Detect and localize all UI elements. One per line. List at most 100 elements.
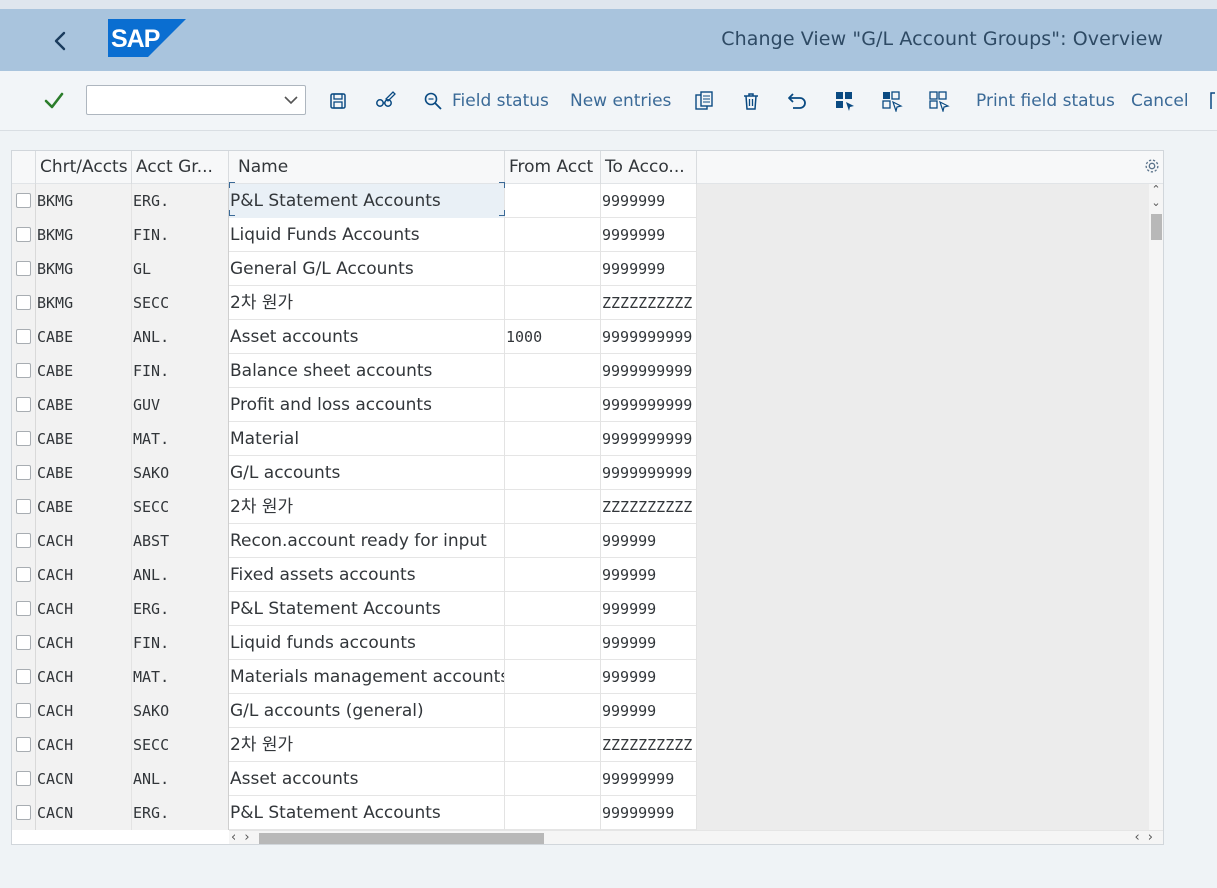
save-button[interactable] — [326, 71, 350, 131]
row-checkbox[interactable] — [16, 635, 31, 650]
row-selector[interactable] — [12, 320, 36, 354]
cell-from-account[interactable]: 1000 — [505, 320, 601, 354]
cell-chart-of-accounts[interactable]: CABE — [36, 422, 132, 456]
row-checkbox[interactable] — [16, 465, 31, 480]
cell-from-account[interactable] — [505, 728, 601, 762]
row-checkbox[interactable] — [16, 499, 31, 514]
cell-chart-of-accounts[interactable]: BKMG — [36, 218, 132, 252]
cell-account-group[interactable]: FIN. — [132, 218, 229, 252]
cell-from-account[interactable] — [505, 524, 601, 558]
cell-from-account[interactable] — [505, 184, 601, 218]
row-selector[interactable] — [12, 558, 36, 592]
row-selector[interactable] — [12, 184, 36, 218]
row-checkbox[interactable] — [16, 805, 31, 820]
column-header-from[interactable]: From Acct — [505, 151, 601, 184]
gear-icon[interactable] — [1143, 157, 1161, 175]
deselect-all-button[interactable] — [927, 71, 951, 131]
cell-name[interactable]: Materials management accounts — [229, 660, 505, 694]
cell-to-account[interactable]: 999999 — [601, 592, 697, 626]
row-selector[interactable] — [12, 422, 36, 456]
table-row[interactable]: CABE ANL. Asset accounts 1000 9999999999 — [12, 320, 1149, 354]
cell-name[interactable]: Fixed assets accounts — [229, 558, 505, 592]
row-selector[interactable] — [12, 354, 36, 388]
cell-from-account[interactable] — [505, 660, 601, 694]
cell-to-account[interactable]: 9999999999 — [601, 422, 697, 456]
table-row[interactable]: BKMG ERG. P&L Statement Accounts 9999999 — [12, 184, 1149, 218]
chevron-down-icon[interactable] — [283, 92, 299, 108]
display-change-button[interactable] — [373, 71, 397, 131]
table-row[interactable]: CACH ANL. Fixed assets accounts 999999 — [12, 558, 1149, 592]
cell-chart-of-accounts[interactable]: CACH — [36, 524, 132, 558]
cell-to-account[interactable]: 9999999 — [601, 252, 697, 286]
cell-from-account[interactable] — [505, 796, 601, 830]
cell-from-account[interactable] — [505, 252, 601, 286]
cell-name[interactable]: General G/L Accounts — [229, 252, 505, 286]
cell-chart-of-accounts[interactable]: CACH — [36, 694, 132, 728]
row-selector[interactable] — [12, 218, 36, 252]
cell-from-account[interactable] — [505, 490, 601, 524]
cell-to-account[interactable]: 9999999999 — [601, 320, 697, 354]
cell-account-group[interactable]: ERG. — [132, 592, 229, 626]
cell-account-group[interactable]: ERG. — [132, 796, 229, 830]
row-selector[interactable] — [12, 592, 36, 626]
cell-chart-of-accounts[interactable]: CABE — [36, 354, 132, 388]
undo-button[interactable] — [786, 71, 810, 131]
cell-chart-of-accounts[interactable]: CABE — [36, 490, 132, 524]
cell-account-group[interactable]: SECC — [132, 490, 229, 524]
row-selector[interactable] — [12, 524, 36, 558]
overflow-button[interactable] — [1209, 71, 1217, 131]
cell-account-group[interactable]: SECC — [132, 728, 229, 762]
cell-name[interactable]: P&L Statement Accounts — [229, 796, 505, 830]
cell-to-account[interactable]: 9999999999 — [601, 388, 697, 422]
cell-from-account[interactable] — [505, 388, 601, 422]
cell-account-group[interactable]: ABST — [132, 524, 229, 558]
cell-to-account[interactable]: 99999999 — [601, 796, 697, 830]
cell-name[interactable]: Profit and loss accounts — [229, 388, 505, 422]
cell-from-account[interactable] — [505, 286, 601, 320]
cell-account-group[interactable]: MAT. — [132, 422, 229, 456]
cell-account-group[interactable]: ANL. — [132, 320, 229, 354]
horizontal-scrollbar[interactable]: ‹ › ‹ › — [229, 830, 1163, 845]
scroll-left-right-icon[interactable]: ‹ › — [231, 830, 252, 845]
cell-to-account[interactable]: 9999999999 — [601, 354, 697, 388]
cell-chart-of-accounts[interactable]: BKMG — [36, 286, 132, 320]
cell-name[interactable]: G/L accounts — [229, 456, 505, 490]
cell-chart-of-accounts[interactable]: BKMG — [36, 184, 132, 218]
cell-from-account[interactable] — [505, 626, 601, 660]
cell-to-account[interactable]: 9999999999 — [601, 456, 697, 490]
table-row[interactable]: CABE SECC 2차 원가 ZZZZZZZZZZ — [12, 490, 1149, 524]
cell-name[interactable]: Balance sheet accounts — [229, 354, 505, 388]
delete-button[interactable] — [739, 71, 763, 131]
cell-to-account[interactable]: ZZZZZZZZZZ — [601, 490, 697, 524]
row-checkbox[interactable] — [16, 193, 31, 208]
cell-chart-of-accounts[interactable]: CACH — [36, 626, 132, 660]
cell-to-account[interactable]: 999999 — [601, 660, 697, 694]
cell-account-group[interactable]: SAKO — [132, 456, 229, 490]
cell-account-group[interactable]: FIN. — [132, 626, 229, 660]
row-checkbox[interactable] — [16, 669, 31, 684]
cell-to-account[interactable]: 99999999 — [601, 762, 697, 796]
cell-from-account[interactable] — [505, 558, 601, 592]
row-selector[interactable] — [12, 762, 36, 796]
cell-from-account[interactable] — [505, 456, 601, 490]
field-status-button[interactable]: Field status — [421, 71, 549, 131]
row-selector[interactable] — [12, 694, 36, 728]
print-field-status-button[interactable]: Print field status — [976, 71, 1115, 131]
table-row[interactable]: CACH SECC 2차 원가 ZZZZZZZZZZ — [12, 728, 1149, 762]
cell-chart-of-accounts[interactable]: CACH — [36, 592, 132, 626]
cell-name[interactable]: Liquid Funds Accounts — [229, 218, 505, 252]
cell-account-group[interactable]: SAKO — [132, 694, 229, 728]
cell-chart-of-accounts[interactable]: CACH — [36, 558, 132, 592]
cell-from-account[interactable] — [505, 694, 601, 728]
row-checkbox[interactable] — [16, 737, 31, 752]
table-row[interactable]: CACN ERG. P&L Statement Accounts 99999999 — [12, 796, 1149, 830]
horizontal-scroll-thumb[interactable] — [259, 833, 544, 844]
table-row[interactable]: CABE FIN. Balance sheet accounts 9999999999 — [12, 354, 1149, 388]
copy-as-button[interactable] — [692, 71, 716, 131]
cell-account-group[interactable]: FIN. — [132, 354, 229, 388]
back-button[interactable] — [49, 29, 73, 53]
cell-from-account[interactable] — [505, 762, 601, 796]
cell-chart-of-accounts[interactable]: CACN — [36, 796, 132, 830]
command-field[interactable] — [86, 85, 306, 115]
cell-to-account[interactable]: 9999999 — [601, 184, 697, 218]
